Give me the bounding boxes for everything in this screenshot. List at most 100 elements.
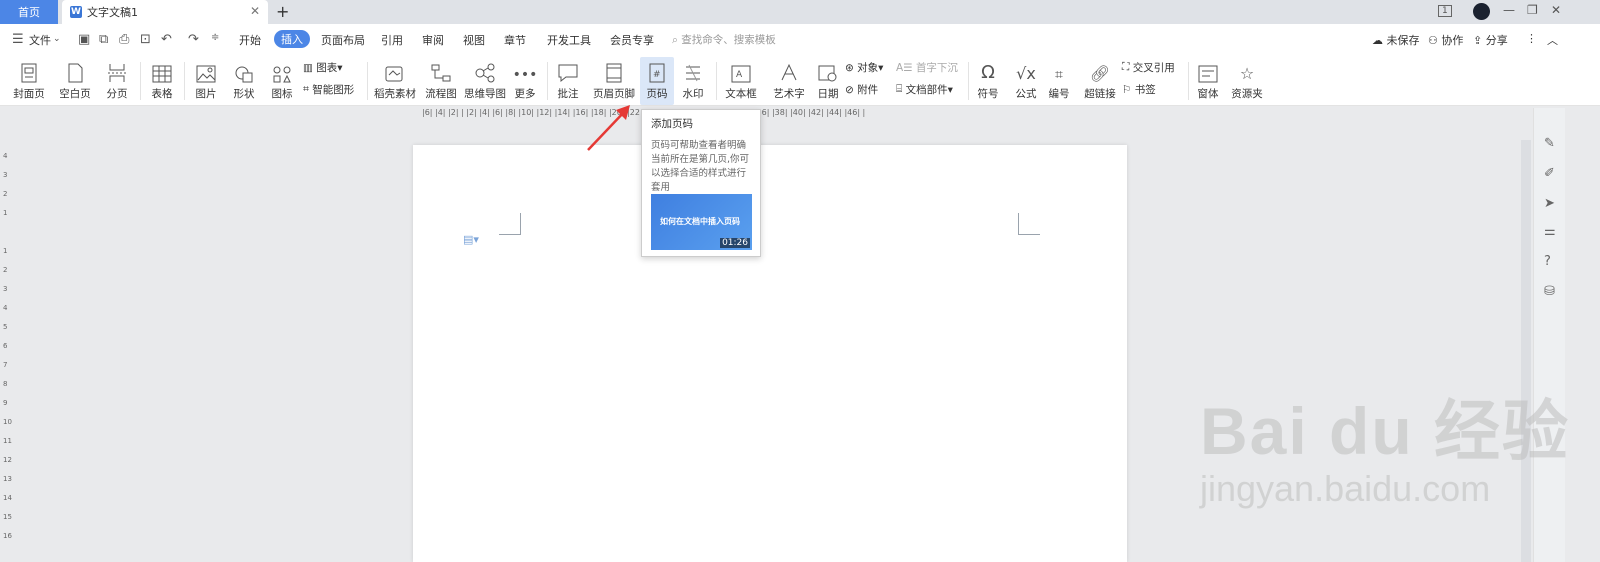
vruler-tick: 7 <box>3 361 8 369</box>
menu-file[interactable]: 文件 <box>29 32 51 48</box>
search-input[interactable]: ⌕ 查找命令、搜索模板 <box>672 32 776 47</box>
svg-text:A: A <box>736 70 743 80</box>
menu-view[interactable]: 视图 <box>463 32 485 48</box>
docpart-icon: ⌸ <box>896 83 906 95</box>
symbol-label: 符号 <box>977 88 999 100</box>
formula-button[interactable]: √x 公式 <box>1011 57 1041 105</box>
menu-start[interactable]: 开始 <box>239 32 261 48</box>
symbol-button[interactable]: Ω 符号 <box>973 57 1003 105</box>
comment-icon <box>557 57 579 83</box>
collapse-ribbon-icon[interactable]: ︿ <box>1547 32 1558 48</box>
print-icon[interactable]: ⎙ <box>119 32 129 47</box>
picture-button[interactable]: 图片 <box>190 57 222 105</box>
menu-icon[interactable]: ☰ <box>12 32 24 47</box>
attachment-button[interactable]: ⊘ 附件 <box>845 82 878 97</box>
menu-member[interactable]: 会员专享 <box>610 32 654 48</box>
form-button[interactable]: 窗体 <box>1193 57 1223 105</box>
page-indicator-icon[interactable]: 1 <box>1438 5 1452 17</box>
export-icon[interactable]: ⧉ <box>99 32 108 47</box>
style-icon[interactable]: ✎ <box>1544 136 1555 151</box>
settings-sliders-icon[interactable]: ⚌ <box>1544 224 1556 239</box>
header-footer-button[interactable]: 页眉页脚 <box>592 57 636 105</box>
link-icon: 🔗︎ <box>1089 64 1111 83</box>
wordart-label: 艺术字 <box>773 88 805 100</box>
textbox-button[interactable]: A 文本框 <box>721 57 761 105</box>
close-window-icon[interactable]: ✕ <box>1551 3 1561 17</box>
chevron-down-icon[interactable]: ⌄ <box>53 34 61 44</box>
bookmark-button[interactable]: ⚐ 书签 <box>1122 82 1156 97</box>
menu-chapter[interactable]: 章节 <box>504 32 526 48</box>
textbox-icon: A <box>731 57 751 83</box>
numbering-button[interactable]: ⌗ 编号 <box>1045 57 1073 105</box>
flowchart-button[interactable]: 流程图 <box>424 57 458 105</box>
table-button[interactable]: 表格 <box>147 57 177 105</box>
resource-button[interactable]: ☆ 资源夹 <box>1230 57 1264 105</box>
menu-layout[interactable]: 页面布局 <box>321 32 365 48</box>
redo-icon[interactable]: ↷ <box>188 32 199 47</box>
shape-button[interactable]: 形状 <box>228 57 260 105</box>
ribbon-divider <box>367 62 368 100</box>
customize-icon[interactable]: ≑ <box>211 32 219 43</box>
preview-icon[interactable]: ⊡ <box>140 32 151 47</box>
comment-button[interactable]: 批注 <box>553 57 583 105</box>
menu-review[interactable]: 审阅 <box>422 32 444 48</box>
tutorial-video-thumbnail[interactable]: 如何在文档中插入页码 01:26 <box>651 194 752 250</box>
baidu-jingyan-watermark: Bai du 经验 jingyan.baidu.com <box>1200 378 1570 510</box>
date-button[interactable]: 日期 <box>815 57 841 105</box>
ribbon-divider <box>184 62 185 100</box>
smartart-button[interactable]: ⌗ 智能图形 <box>303 82 354 97</box>
tab-home[interactable]: 首页 <box>0 0 58 24</box>
menu-insert[interactable]: 插入 <box>274 30 310 48</box>
comment-label: 批注 <box>557 88 579 100</box>
wordart-icon <box>779 57 799 83</box>
vertical-ruler[interactable]: 4 3 2 1 1 2 3 4 5 6 7 8 9 10 11 12 13 14 15 16 <box>0 140 12 562</box>
cover-page-button[interactable]: 封面页 <box>10 57 48 105</box>
restore-icon[interactable]: ❐ <box>1527 3 1538 17</box>
close-tab-icon[interactable]: ✕ <box>250 4 260 18</box>
numbering-label: 编号 <box>1048 88 1070 100</box>
watermark-sub-text: jingyan.baidu.com <box>1200 468 1491 509</box>
shape-icon <box>234 57 254 83</box>
collab-button[interactable]: ⚇ 协作 <box>1428 32 1463 48</box>
menu-reference[interactable]: 引用 <box>381 32 403 48</box>
crossref-button[interactable]: ⛶ 交叉引用 <box>1122 60 1175 75</box>
pen-icon[interactable]: ✐ <box>1544 166 1555 181</box>
page-number-button[interactable]: # 页码 <box>640 57 674 105</box>
paragraph-format-icon[interactable]: ▤▾ <box>463 233 479 246</box>
watermark-button[interactable]: 水印 <box>677 57 709 105</box>
object-button[interactable]: ⊛ 对象 ▾ <box>845 60 883 75</box>
avatar[interactable] <box>1473 3 1490 20</box>
horizontal-ruler[interactable]: |6| |4| |2| | |2| |4| |6| |8| |10| |12| … <box>422 108 1122 122</box>
tab-document[interactable]: W 文字文稿1 ✕ <box>62 0 268 24</box>
unsaved-label: 未保存 <box>1386 34 1420 47</box>
material-button[interactable]: 稻壳素材 <box>373 57 417 105</box>
cursor-icon[interactable]: ➤ <box>1544 196 1555 211</box>
new-tab-button[interactable]: + <box>276 2 289 21</box>
help-icon[interactable]: ? <box>1544 254 1551 269</box>
dropcap-button[interactable]: A☰ 首字下沉 <box>896 60 958 75</box>
page-break-button[interactable]: 分页 <box>102 57 132 105</box>
blank-page-button[interactable]: 空白页 <box>56 57 94 105</box>
menu-devtools[interactable]: 开发工具 <box>547 32 591 48</box>
undo-icon[interactable]: ↶ <box>161 32 172 47</box>
share-button[interactable]: ⇪ 分享 <box>1473 32 1508 48</box>
unsaved-status[interactable]: ☁ 未保存 <box>1372 32 1420 48</box>
object-icon: ⊛ <box>845 61 858 74</box>
mindmap-button[interactable]: 思维导图 <box>463 57 507 105</box>
minimize-icon[interactable]: — <box>1503 3 1515 17</box>
docpart-button[interactable]: ⌸ 文档部件 ▾ <box>896 82 953 97</box>
video-title: 如何在文档中插入页码 <box>660 217 740 226</box>
mindmap-icon <box>474 57 496 83</box>
picture-label: 图片 <box>195 88 217 100</box>
document-page[interactable]: ▤▾ <box>413 145 1127 562</box>
save-icon[interactable]: ▣ <box>78 32 90 47</box>
chart-button[interactable]: ▥ 图表 ▾ <box>303 60 343 75</box>
backup-icon[interactable]: ⛁ <box>1544 284 1555 299</box>
more-button[interactable]: ••• 更多 <box>510 57 540 105</box>
wordart-button[interactable]: 艺术字 <box>769 57 809 105</box>
icon-button[interactable]: 图标 <box>266 57 298 105</box>
hyperlink-button[interactable]: 🔗︎ 超链接 <box>1083 57 1117 105</box>
chart-icon: ▥ <box>303 61 317 74</box>
more-icon[interactable]: ⋮ <box>1526 32 1537 45</box>
vruler-tick: 2 <box>3 266 8 274</box>
